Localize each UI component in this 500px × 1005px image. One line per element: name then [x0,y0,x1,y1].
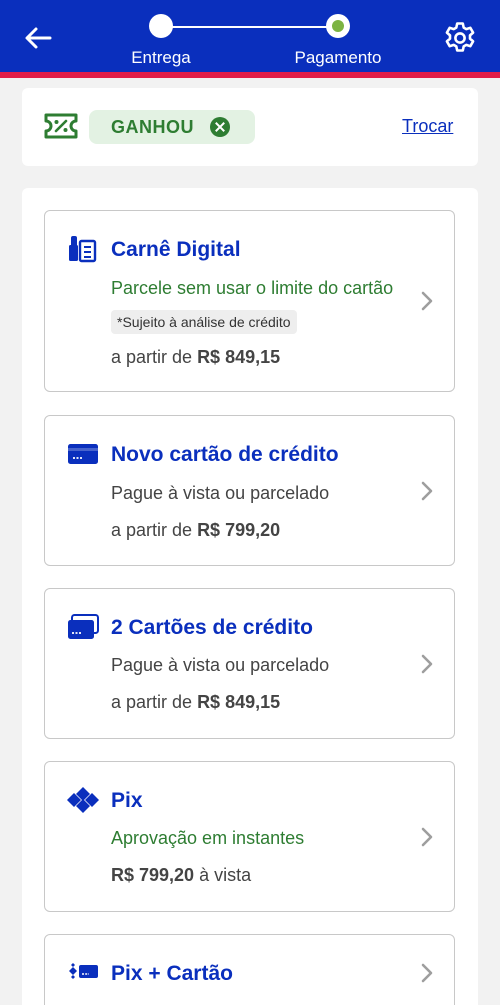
chevron-right-icon [421,654,433,674]
price-value: R$ 799,20 [111,865,195,885]
price-value: R$ 799,20 [197,520,281,540]
payment-options-panel: Carnê Digital Parcele sem usar o limite … [22,188,478,1005]
option-subtitle: Pague à vista ou parcelado [111,655,330,675]
pix-icon [67,787,99,813]
option-title: Novo cartão de crédito [111,443,339,466]
option-price-line: R$ 799,20 à vista [111,865,251,886]
payment-option-two-cards[interactable]: 2 Cartões de crédito Pague à vista ou pa… [44,588,455,739]
option-subtitle: Parcele sem usar o limite do cartão [111,278,394,298]
ticket-percent-icon [44,113,78,139]
option-title: Carnê Digital [111,238,241,261]
step-dot-pagamento [326,14,350,38]
option-title: Pix + Cartão [111,962,233,985]
payment-option-carne-digital[interactable]: Carnê Digital Parcele sem usar o limite … [44,210,455,392]
option-price-line: a partir de R$ 799,20 [111,520,280,541]
option-price-line: a partir de R$ 849,15 [111,692,280,713]
switch-coupon-link[interactable]: Trocar [402,116,453,137]
coupon-card: GANHOU Trocar [22,88,478,166]
header-stripe [0,72,500,78]
step-label-pagamento: Pagamento [294,48,382,67]
credit-analysis-note: *Sujeito à análise de crédito [111,310,297,334]
pix-card-icon [69,963,98,979]
coupon-chip: GANHOU [89,110,255,144]
price-suffix: à vista [199,865,252,885]
payment-option-pix-card[interactable]: Pix + Cartão [44,934,455,1005]
coupon-code: GANHOU [111,117,194,137]
chevron-right-icon [421,827,433,847]
option-price-line: a partir de R$ 849,15 [111,347,280,368]
two-cards-icon [68,614,99,639]
payment-option-pix[interactable]: Pix Aprovação em instantes R$ 799,20 à v… [44,761,455,912]
step-label-entrega: Entrega [131,48,191,67]
price-prefix: a partir de [111,520,193,540]
option-subtitle: Pague à vista ou parcelado [111,483,330,503]
price-prefix: a partir de [111,347,193,367]
checkout-stepper: Entrega Pagamento [0,0,500,72]
close-circle-icon[interactable] [210,117,230,137]
active-step-indicator [332,20,344,32]
payment-option-new-card[interactable]: Novo cartão de crédito Pague à vista ou … [44,415,455,566]
price-prefix: a partir de [111,692,193,712]
option-title: Pix [111,789,143,812]
step-dot-entrega [149,14,173,38]
stepper-line [160,26,338,28]
option-title: 2 Cartões de crédito [111,616,313,639]
price-value: R$ 849,15 [197,347,281,367]
chevron-right-icon [421,481,433,501]
credit-card-icon [68,444,98,464]
chevron-right-icon [421,963,433,983]
carne-icon [69,236,97,263]
chevron-right-icon [421,291,433,311]
app-header: Entrega Pagamento [0,0,500,72]
gear-icon[interactable] [442,20,478,56]
price-value: R$ 849,15 [197,692,281,712]
option-subtitle: Aprovação em instantes [111,828,305,848]
